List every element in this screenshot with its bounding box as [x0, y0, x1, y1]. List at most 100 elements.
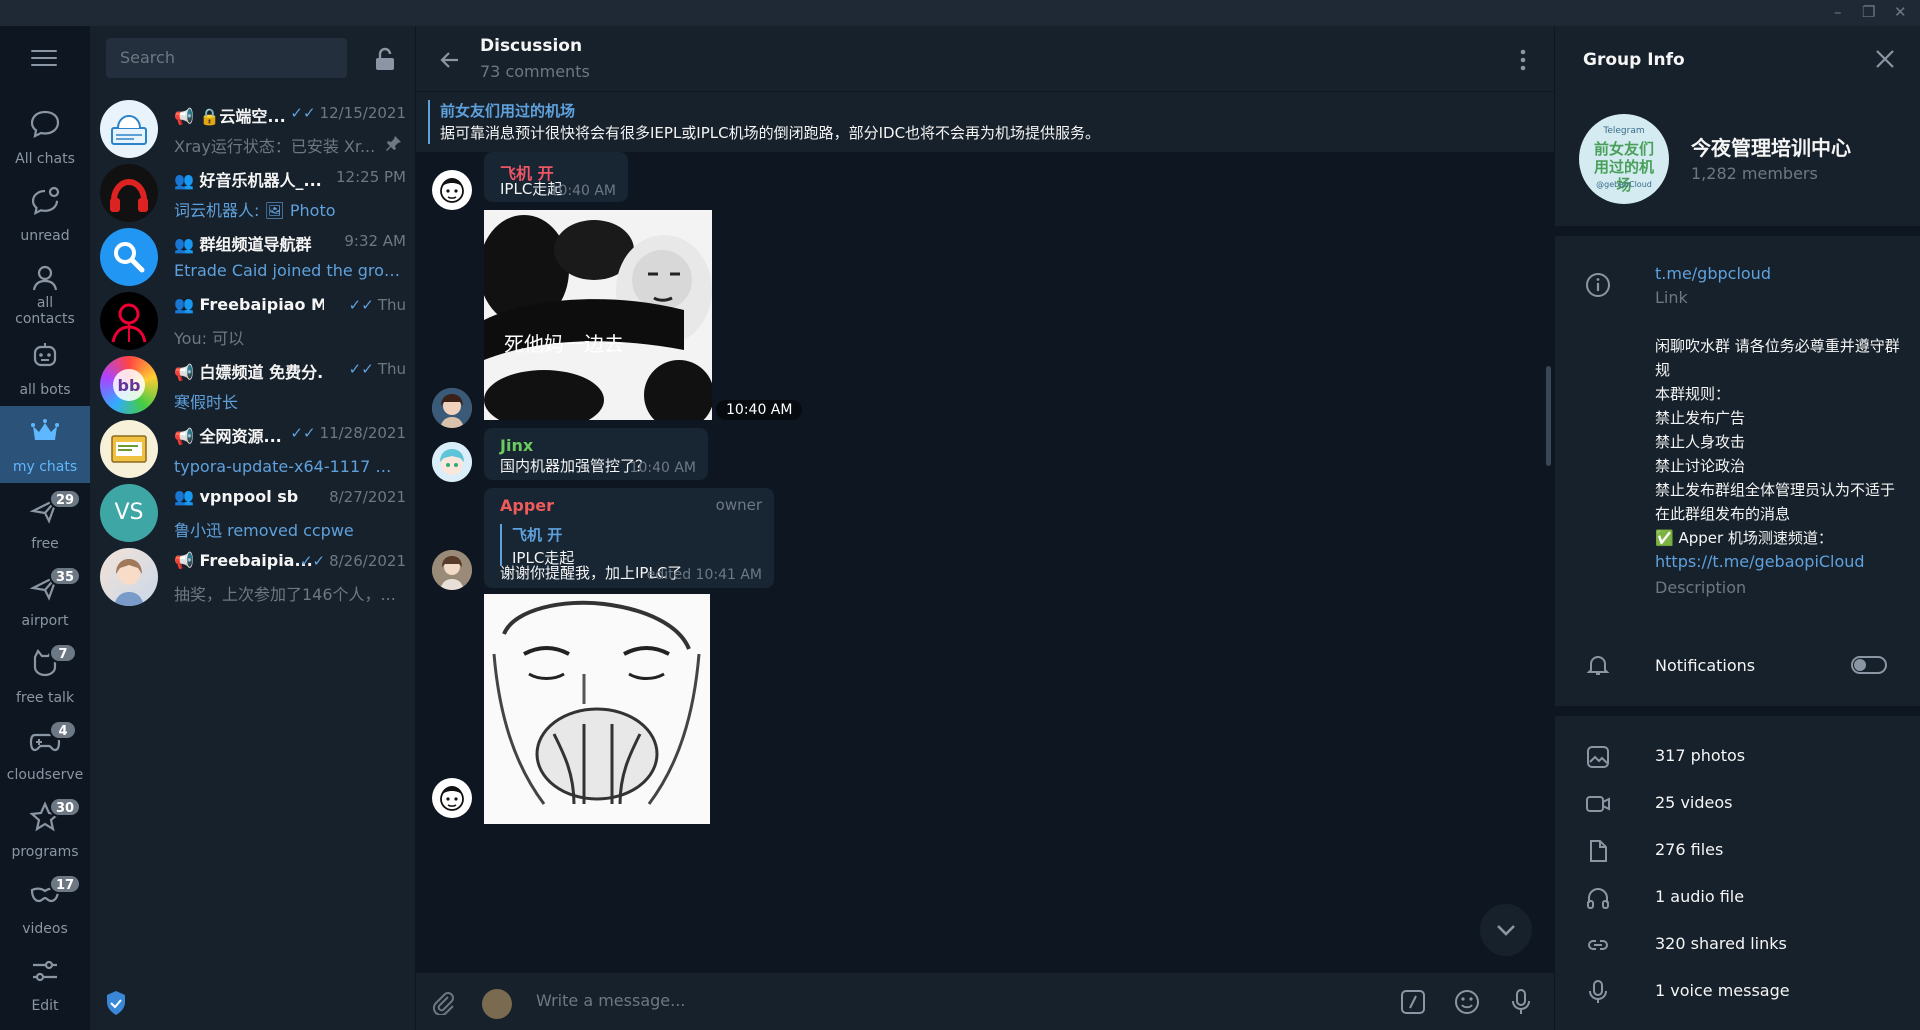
- pinned-message-bar[interactable]: 前女友们用过的机场 据可靠消息预计很快将会有很多IEPL或IPLC机场的倒闭跑路…: [416, 92, 1554, 152]
- more-options-icon[interactable]: [1520, 48, 1526, 72]
- folder-all-contacts[interactable]: all contacts: [0, 252, 90, 329]
- person-icon: [32, 265, 58, 291]
- chat-time: ✓✓ Thu: [348, 296, 406, 314]
- group-link[interactable]: t.me/gbpcloud: [1655, 264, 1771, 283]
- avatar[interactable]: [432, 442, 472, 482]
- telegram-window: – ❐ ✕ All chats unread all contacts all …: [0, 0, 1920, 1030]
- group-description: 闲聊吹水群 请各位务必尊重并遵守群规 本群规则： 禁止发布广告 禁止人身攻击 禁…: [1655, 334, 1903, 600]
- folder-edit[interactable]: Edit: [0, 945, 90, 1022]
- avatar: [100, 548, 158, 606]
- lock-icon[interactable]: [372, 46, 398, 72]
- unread-badge: 30: [49, 797, 82, 817]
- chat-header: Discussion 73 comments: [416, 26, 1554, 92]
- menu-icon[interactable]: [31, 50, 57, 68]
- unread-badge: 7: [49, 643, 77, 663]
- message-text: 国内机器加强管控了？: [500, 457, 651, 475]
- folder-label: All chats: [15, 151, 75, 167]
- microphone-icon: [1589, 980, 1607, 1003]
- chat-name: 👥 好音乐机器人_...: [174, 171, 322, 190]
- read-ticks-icon: ✓✓: [299, 552, 326, 570]
- read-ticks-icon: ✓✓: [290, 424, 316, 442]
- chat-subtitle: 73 comments: [480, 62, 590, 81]
- scroll-down-button[interactable]: [1480, 904, 1532, 956]
- avatar[interactable]: [432, 170, 472, 210]
- media-audio[interactable]: 1 audio file: [1655, 887, 1744, 906]
- notifications-toggle[interactable]: [1851, 656, 1887, 674]
- message-time: 10:40 AM: [629, 460, 696, 476]
- sticker-panda[interactable]: 死他妈一边去: [484, 210, 712, 420]
- chat-preview: Etrade Caid joined the group: [174, 261, 404, 280]
- media-files[interactable]: 276 files: [1655, 840, 1723, 859]
- back-arrow-icon[interactable]: [438, 48, 462, 72]
- message-bubble[interactable]: Apper owner 飞机 开 IPLC走起 谢谢你提醒我，加上IPLC了 e…: [484, 488, 774, 588]
- chat-time: 9:32 AM: [344, 232, 406, 250]
- divider: [1555, 226, 1920, 236]
- group-icon: 👥: [174, 235, 200, 254]
- unread-badge: 35: [49, 566, 82, 586]
- group-icon: 👥: [174, 295, 200, 314]
- headphones-icon: [1587, 888, 1609, 909]
- message-bubble[interactable]: 飞机 开 IPLC走起 10:40 AM: [484, 152, 628, 202]
- avatar[interactable]: [432, 550, 472, 590]
- chat-time: ✓✓ Thu: [348, 360, 406, 378]
- description-label: Description: [1655, 578, 1747, 597]
- folder-airport[interactable]: 35 airport: [0, 560, 90, 637]
- folder-all-chats[interactable]: All chats: [0, 98, 90, 175]
- avatar[interactable]: [432, 778, 472, 818]
- chat-time: ✓✓ 11/28/2021: [290, 424, 406, 442]
- scrollbar[interactable]: [1546, 366, 1551, 466]
- megaphone-icon: 📢: [174, 551, 200, 570]
- sliders-icon: [33, 960, 57, 982]
- chat-name: 👥 vpnpool sb: [174, 487, 299, 506]
- folder-free-talk[interactable]: 7 free talk: [0, 637, 90, 714]
- group-avatar[interactable]: Telegram 前女友们用过的机场 @gebaoCloud: [1579, 114, 1669, 204]
- message-input[interactable]: Write a message...: [536, 991, 685, 1010]
- folder-videos[interactable]: 17 videos: [0, 868, 90, 945]
- paperclip-icon[interactable]: [430, 989, 456, 1015]
- send-as-avatar[interactable]: [482, 989, 512, 1019]
- chat-time: 12:25 PM: [336, 168, 406, 186]
- restore-button[interactable]: ❐: [1862, 3, 1875, 21]
- read-ticks-icon: ✓✓: [290, 104, 316, 122]
- chat-time: 8/27/2021: [329, 488, 406, 506]
- folder-unread[interactable]: unread: [0, 175, 90, 252]
- folder-my-chats[interactable]: my chats: [0, 406, 90, 483]
- bot-command-icon[interactable]: [1398, 987, 1428, 1017]
- megaphone-icon: 📢: [174, 363, 200, 382]
- media-photos[interactable]: 317 photos: [1655, 746, 1745, 765]
- minimize-button[interactable]: –: [1834, 3, 1842, 21]
- media-videos[interactable]: 25 videos: [1655, 793, 1732, 812]
- sticker-caption: 死他妈一边去: [504, 332, 624, 356]
- media-voice[interactable]: 1 voice message: [1655, 981, 1790, 1000]
- bot-icon: [33, 343, 57, 367]
- chat-preview: 抽奖，上次参加了146个人，...: [174, 585, 396, 604]
- close-icon[interactable]: [1874, 48, 1896, 70]
- chevron-down-icon: [1497, 925, 1515, 936]
- microphone-icon[interactable]: [1506, 987, 1536, 1017]
- folder-cloudserve[interactable]: 4 cloudserve: [0, 714, 90, 791]
- message-time: 10:40 AM: [549, 183, 616, 199]
- folder-programs[interactable]: 30 programs: [0, 791, 90, 868]
- description-link[interactable]: https://t.me/gebaopiCloud: [1655, 550, 1903, 574]
- folder-free[interactable]: 29 free: [0, 483, 90, 560]
- chat-item[interactable]: 📢 Freebaipia... ✓✓ 8/26/2021 抽奖，上次参加了146个…: [90, 538, 416, 615]
- emoji-icon[interactable]: [1452, 987, 1482, 1017]
- search-input[interactable]: Search: [106, 38, 347, 78]
- folder-all-bots[interactable]: all bots: [0, 329, 90, 406]
- close-window-button[interactable]: ✕: [1894, 3, 1907, 21]
- avatar[interactable]: [432, 388, 472, 428]
- folder-label: my chats: [12, 459, 78, 475]
- sender-name: Apper: [500, 496, 555, 515]
- svg-text:bb: bb: [118, 376, 141, 395]
- group-icon: 👥: [174, 487, 200, 506]
- media-links[interactable]: 320 shared links: [1655, 934, 1787, 953]
- message-bubble[interactable]: Jinx 国内机器加强管控了？ 10:40 AM: [484, 428, 708, 480]
- shield-icon[interactable]: [105, 990, 127, 1016]
- avatar: [100, 164, 158, 222]
- chat-title: Discussion: [480, 36, 583, 56]
- avatar-bottom-text: @gebaoCloud: [1596, 180, 1652, 189]
- group-name: 今夜管理培训中心: [1691, 136, 1851, 160]
- reply-quote[interactable]: 飞机 开 IPLC走起: [500, 524, 574, 567]
- chat-time: ✓✓ 8/26/2021: [299, 552, 406, 570]
- sticker-meme-face[interactable]: [484, 594, 710, 824]
